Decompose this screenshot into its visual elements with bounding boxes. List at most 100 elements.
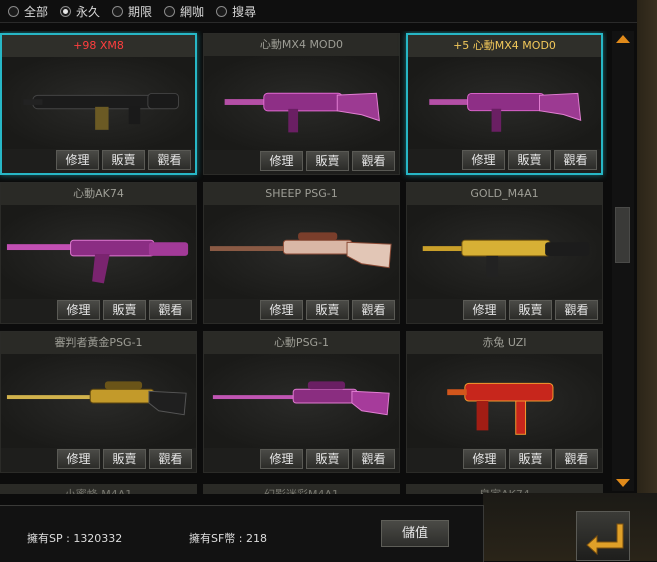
filter-label: 永久 <box>76 4 101 19</box>
partial-item-title: 小蜜蜂 M4A1 <box>0 484 197 494</box>
item-card[interactable]: 心動AK74 修理 販賣 觀看 <box>0 182 197 324</box>
return-arrow-icon <box>586 523 624 556</box>
view-button[interactable]: 觀看 <box>352 151 395 171</box>
partial-item-title: 幻影迷彩M4A1 <box>203 484 400 494</box>
view-button[interactable]: 觀看 <box>149 449 192 469</box>
item-name: 心動PSG-1 <box>204 332 399 354</box>
item-card[interactable]: GOLD_M4A1 修理 販賣 觀看 <box>406 182 603 324</box>
sniper-rifle-icon <box>212 381 390 416</box>
back-button[interactable] <box>576 511 630 561</box>
filter-bar: 全部 永久 期限 網咖 搜尋 <box>0 0 637 23</box>
smg-icon <box>224 92 380 133</box>
item-name: SHEEP PSG-1 <box>204 183 399 205</box>
item-name: 審判者黃金PSG-1 <box>1 332 196 354</box>
weapon-image <box>407 354 602 448</box>
card-actions: 修理 販賣 觀看 <box>56 150 191 170</box>
sell-button[interactable]: 販賣 <box>508 150 551 170</box>
weapon-image <box>1 354 196 448</box>
recharge-button[interactable]: 儲值 <box>381 520 449 547</box>
item-card[interactable]: SHEEP PSG-1 修理 販賣 觀看 <box>203 182 400 324</box>
filter-label: 網咖 <box>180 4 205 19</box>
weapon-image <box>204 56 399 150</box>
filter-period[interactable]: 期限 <box>112 3 152 20</box>
sell-button[interactable]: 販賣 <box>103 449 146 469</box>
view-button[interactable]: 觀看 <box>352 449 395 469</box>
card-actions: 修理 販賣 觀看 <box>57 449 192 469</box>
card-actions: 修理 販賣 觀看 <box>463 449 598 469</box>
repair-button[interactable]: 修理 <box>463 449 506 469</box>
item-name: 心動MX4 MOD0 <box>204 34 399 56</box>
filter-search[interactable]: 搜尋 <box>216 3 256 20</box>
uzi-icon <box>447 382 554 435</box>
card-actions: 修理 販賣 觀看 <box>260 151 395 171</box>
view-button[interactable]: 觀看 <box>554 150 597 170</box>
item-name: 赤兔 UZI <box>407 332 602 354</box>
radio-icon[interactable] <box>164 5 176 17</box>
filter-label: 全部 <box>24 4 49 19</box>
sell-button[interactable]: 販賣 <box>306 300 349 320</box>
weapon-image <box>408 57 601 149</box>
item-card[interactable]: +98 XM8 修理 販賣 觀看 <box>0 33 197 175</box>
item-card[interactable]: +5 心動MX4 MOD0 修理 販賣 觀看 <box>406 33 603 175</box>
item-card[interactable]: 心動MX4 MOD0 修理 販賣 觀看 <box>203 33 400 175</box>
weapon-image <box>204 205 399 299</box>
repair-button[interactable]: 修理 <box>463 300 506 320</box>
view-button[interactable]: 觀看 <box>149 300 192 320</box>
filter-all[interactable]: 全部 <box>8 3 48 20</box>
repair-button[interactable]: 修理 <box>260 449 303 469</box>
radio-icon[interactable] <box>112 5 124 17</box>
repair-button[interactable]: 修理 <box>260 300 303 320</box>
inventory-grid: +98 XM8 修理 販賣 觀看 心動MX4 MOD0 修理 販賣 觀看 +5 … <box>0 31 607 493</box>
filter-netcafe[interactable]: 網咖 <box>164 3 204 20</box>
scrollbar[interactable] <box>612 31 634 491</box>
triangle-down-icon[interactable] <box>616 479 630 487</box>
repair-button[interactable]: 修理 <box>57 300 100 320</box>
item-card[interactable]: 心動PSG-1 修理 販賣 觀看 <box>203 331 400 473</box>
scroll-thumb[interactable] <box>615 207 630 263</box>
sell-button[interactable]: 販賣 <box>509 300 552 320</box>
item-name: +98 XM8 <box>2 35 195 57</box>
item-card[interactable]: 審判者黃金PSG-1 修理 販賣 觀看 <box>0 331 197 473</box>
sniper-rifle-icon <box>6 381 187 416</box>
card-actions: 修理 販賣 觀看 <box>463 300 598 320</box>
balance-panel: 擁有SP : 1320332 擁有SF幣 : 218 儲值 <box>0 505 484 562</box>
sell-button[interactable]: 販賣 <box>509 449 552 469</box>
repair-button[interactable]: 修理 <box>462 150 505 170</box>
repair-button[interactable]: 修理 <box>57 449 100 469</box>
weapon-image <box>1 205 196 299</box>
sniper-rifle-icon <box>209 232 392 269</box>
sp-balance: 擁有SP : 1320332 <box>27 532 123 545</box>
sell-button[interactable]: 販賣 <box>102 150 145 170</box>
filter-label: 期限 <box>128 4 153 19</box>
item-name: 心動AK74 <box>1 183 196 205</box>
card-actions: 修理 販賣 觀看 <box>260 300 395 320</box>
weapon-image <box>2 57 195 149</box>
view-button[interactable]: 觀看 <box>148 150 191 170</box>
filter-permanent[interactable]: 永久 <box>60 3 100 20</box>
repair-button[interactable]: 修理 <box>56 150 99 170</box>
item-name: GOLD_M4A1 <box>407 183 602 205</box>
card-actions: 修理 販賣 觀看 <box>260 449 395 469</box>
rifle-icon <box>6 239 189 284</box>
card-actions: 修理 販賣 觀看 <box>57 300 192 320</box>
radio-checked-icon[interactable] <box>60 5 72 17</box>
view-button[interactable]: 觀看 <box>555 449 598 469</box>
frame-decoration <box>637 0 657 505</box>
radio-icon[interactable] <box>216 5 228 17</box>
filter-label: 搜尋 <box>232 4 257 19</box>
item-name: +5 心動MX4 MOD0 <box>408 35 601 57</box>
sell-button[interactable]: 販賣 <box>306 449 349 469</box>
view-button[interactable]: 觀看 <box>555 300 598 320</box>
sf-balance: 擁有SF幣 : 218 <box>189 532 268 545</box>
smg-icon <box>429 92 582 132</box>
sell-button[interactable]: 販賣 <box>306 151 349 171</box>
card-actions: 修理 販賣 觀看 <box>462 150 597 170</box>
triangle-up-icon[interactable] <box>616 35 630 43</box>
item-card[interactable]: 赤兔 UZI 修理 販賣 觀看 <box>406 331 603 473</box>
rifle-icon <box>23 92 179 130</box>
sell-button[interactable]: 販賣 <box>103 300 146 320</box>
repair-button[interactable]: 修理 <box>260 151 303 171</box>
view-button[interactable]: 觀看 <box>352 300 395 320</box>
radio-icon[interactable] <box>8 5 19 17</box>
weapon-image <box>407 205 602 299</box>
